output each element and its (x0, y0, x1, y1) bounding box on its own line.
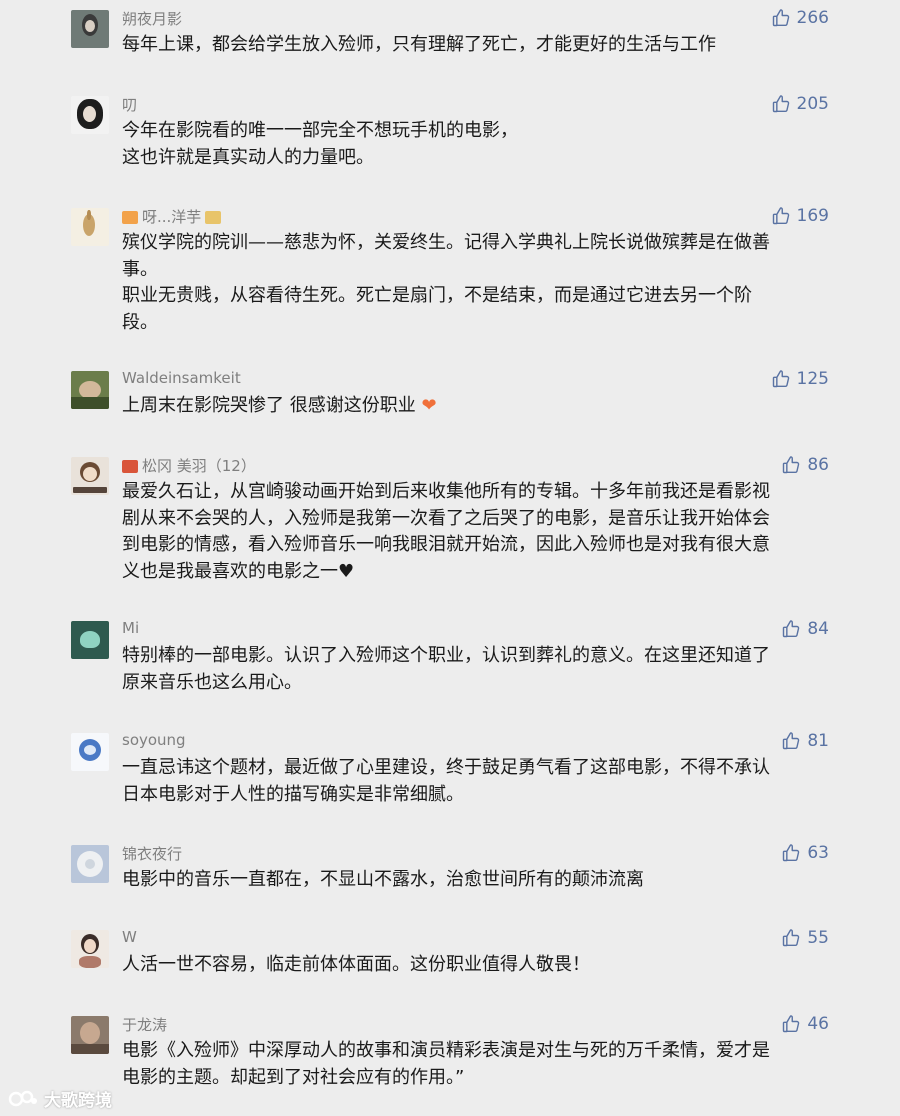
nickname-text: 呀...洋芋 (142, 208, 202, 226)
emoji-icon (122, 460, 138, 473)
comment-line: 殡仪学院的院训——慈悲为怀，关爱终生。记得入学典礼上院长说做殡葬是在做善 (122, 232, 770, 253)
comment-line: 原来音乐也这么用心。 (122, 671, 302, 693)
comment-text: 殡仪学院的院训——慈悲为怀，关爱终生。记得入学典礼上院长说做殡葬是在做善 事。职业… (122, 230, 834, 336)
heart-emoji-icon: ❤ (415, 395, 437, 416)
nickname-text: 锦衣夜行 (122, 845, 183, 863)
like-count: 205 (796, 94, 829, 114)
nickname[interactable]: 锦衣夜行 (122, 843, 182, 864)
like-count: 125 (796, 369, 829, 389)
thumbs-up-icon (771, 94, 791, 114)
nickname[interactable]: 朔夜月影 (122, 8, 182, 29)
comment-text: 最爱久石让，从宫崎骏动画开始到后来收集他所有的专辑。十多年前我还是看影视 剧从来不… (122, 479, 834, 585)
avatar[interactable] (71, 208, 109, 246)
like-button[interactable]: 125 (771, 369, 829, 389)
thumbs-up-icon (781, 731, 801, 751)
comment-text: 上周末在影院哭惨了 很感谢这份职业 ❤ (122, 393, 834, 420)
avatar[interactable] (71, 371, 109, 409)
like-count: 169 (796, 206, 829, 226)
like-button[interactable]: 86 (781, 455, 829, 475)
watermark-logo-icon (8, 1090, 37, 1106)
like-count: 84 (807, 619, 829, 639)
like-count: 266 (796, 8, 829, 28)
comment-line: 义也是我最喜欢的电影之一♥ (122, 560, 355, 582)
nickname-text: 于龙涛 (122, 1016, 168, 1034)
emoji-icon (122, 211, 138, 224)
thumbs-up-icon (781, 843, 801, 863)
comment-line: 最爱久石让，从宫崎骏动画开始到后来收集他所有的专辑。十多年前我还是看影视 (122, 481, 770, 502)
nickname[interactable]: 于龙涛 (122, 1014, 167, 1035)
nickname-text: Waldeinsamkeit (122, 369, 241, 387)
nickname-text: 松冈 美羽（12） (142, 457, 256, 475)
nickname-text: 叨 (122, 96, 138, 114)
watermark-text: 大歌跨境 (44, 1091, 112, 1111)
like-button[interactable]: 205 (771, 94, 829, 114)
thumbs-up-icon (771, 369, 791, 389)
like-button[interactable]: 266 (771, 8, 829, 28)
like-button[interactable]: 169 (771, 206, 829, 226)
avatar[interactable] (71, 96, 109, 134)
nickname-text: soyoung (122, 731, 186, 749)
avatar[interactable] (71, 621, 109, 659)
avatar[interactable] (71, 10, 109, 48)
like-button[interactable]: 81 (781, 731, 829, 751)
comment-text: 人活一世不容易，临走前体体面面。这份职业值得人敬畏！ (122, 952, 834, 979)
thumbs-up-icon (781, 455, 801, 475)
comment-text: 特别棒的一部电影。认识了入殓师这个职业，认识到葬礼的意义。在这里还知道了 原来音乐… (122, 643, 834, 696)
like-button[interactable]: 55 (781, 928, 829, 948)
like-button[interactable]: 63 (781, 843, 829, 863)
comment-line: 职业无贵贱，从容看待生死。死亡是扇门，不是结束，而是通过它进去另一个阶 (122, 285, 752, 306)
nickname[interactable]: soyoung (122, 731, 186, 749)
avatar[interactable] (71, 1016, 109, 1054)
comment-line: 剧从来不会哭的人，入殓师是我第一次看了之后哭了的电影，是音乐让我开始体会 (122, 507, 770, 529)
like-count: 81 (807, 731, 829, 751)
nickname[interactable]: 呀...洋芋 (122, 206, 222, 227)
avatar[interactable] (71, 733, 109, 771)
nickname-text: 朔夜月影 (122, 10, 183, 28)
comment-text: 今年在影院看的唯一一部完全不想玩手机的电影， 这也许就是真实动人的力量吧。 (122, 118, 834, 171)
like-count: 63 (807, 843, 829, 863)
thumbs-up-icon (771, 206, 791, 226)
nickname[interactable]: Mi (122, 619, 139, 637)
thumbs-up-icon (771, 8, 791, 28)
comment-line: 上周末在影院哭惨了 很感谢这份职业 ❤ (122, 395, 437, 416)
nickname[interactable]: 松冈 美羽（12） (122, 455, 256, 476)
comment-line: 到电影的情感，看入殓师音乐一响我眼泪就开始流，因此入殓师也是对我有很大意 (122, 534, 770, 555)
comment-text: 电影中的音乐一直都在，不显山不露水，治愈世间所有的颠沛流离 (122, 867, 834, 894)
comment-line: 特别棒的一部电影。认识了入殓师这个职业，认识到葬礼的意义。在这里还知道了 (122, 645, 770, 666)
emoji-icon (205, 211, 222, 224)
comment-line: 今年在影院看的唯一一部完全不想玩手机的电影， (122, 120, 518, 141)
avatar[interactable] (71, 930, 109, 968)
avatar[interactable] (71, 457, 109, 495)
like-button[interactable]: 46 (781, 1014, 829, 1034)
comment-line: 电影的主题。却起到了对社会应有的作用。” (122, 1066, 465, 1088)
comment-line: 事。 (122, 258, 158, 280)
watermark: 大歌跨境 (8, 1086, 112, 1111)
comment-line: 人活一世不容易，临走前体体面面。这份职业值得人敬畏！ (122, 954, 590, 975)
comment-line: 段。 (122, 311, 158, 333)
nickname-text: W (122, 928, 137, 946)
nickname-text: Mi (122, 619, 140, 637)
like-count: 55 (807, 928, 829, 948)
avatar[interactable] (71, 845, 109, 883)
thumbs-up-icon (781, 1014, 801, 1034)
comment-line: 日本电影对于人性的描写确实是非常细腻。 (122, 783, 464, 805)
nickname[interactable]: Waldeinsamkeit (122, 369, 241, 387)
comment-line: 电影中的音乐一直都在，不显山不露水，治愈世间所有的颠沛流离 (122, 869, 644, 890)
comment-line: 每年上课，都会给学生放入殓师，只有理解了死亡，才能更好的生活与工作 (122, 34, 716, 55)
comment-text: 电影《入殓师》中深厚动人的故事和演员精彩表演是对生与死的万千柔情，爱才是 电影的主… (122, 1038, 834, 1091)
thumbs-up-icon (781, 928, 801, 948)
nickname[interactable]: W (122, 928, 137, 946)
thumbs-up-icon (781, 619, 801, 639)
comment-text: 一直忌讳这个题材，最近做了心里建设，终于鼓足勇气看了这部电影，不得不承认 日本电影… (122, 755, 834, 808)
like-button[interactable]: 84 (781, 619, 829, 639)
comment-text: 每年上课，都会给学生放入殓师，只有理解了死亡，才能更好的生活与工作 (122, 32, 834, 59)
like-count: 46 (807, 1014, 829, 1034)
comment-line: 这也许就是真实动人的力量吧。 (122, 146, 374, 168)
comment-line: 一直忌讳这个题材，最近做了心里建设，终于鼓足勇气看了这部电影，不得不承认 (122, 757, 770, 778)
nickname[interactable]: 叨 (122, 94, 137, 115)
like-count: 86 (807, 455, 829, 475)
comment-line: 电影《入殓师》中深厚动人的故事和演员精彩表演是对生与死的万千柔情，爱才是 (122, 1040, 770, 1061)
